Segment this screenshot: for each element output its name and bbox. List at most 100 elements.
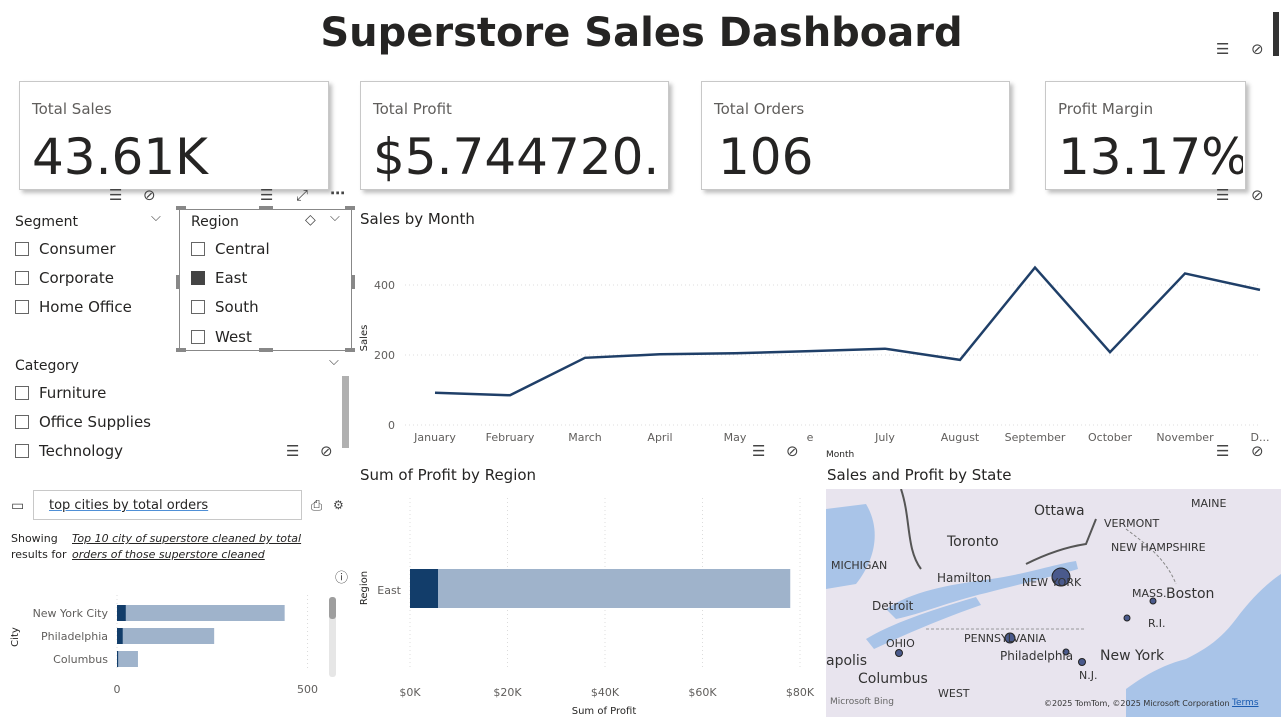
- gear-icon[interactable]: ⚙: [333, 498, 344, 512]
- qa-input[interactable]: top cities by total orders: [33, 490, 302, 520]
- share-icon[interactable]: ⎙: [311, 498, 322, 514]
- filter-icon[interactable]: ☰: [1216, 442, 1229, 460]
- chat-icon[interactable]: ▭: [11, 498, 24, 514]
- filter-icon[interactable]: ☰: [286, 442, 299, 460]
- resize-handle[interactable]: [176, 275, 180, 289]
- segment-option-home-office[interactable]: Home Office: [15, 298, 132, 316]
- chevron-down-icon[interactable]: ⌵: [330, 210, 340, 225]
- region-slicer-title: Region: [191, 214, 239, 230]
- no-filter-icon[interactable]: ⊘: [143, 186, 156, 204]
- category-option-office-supplies[interactable]: Office Supplies: [15, 413, 151, 431]
- map-label: Detroit: [872, 599, 914, 613]
- no-filter-icon[interactable]: ⊘: [320, 442, 333, 460]
- x-tick-label: e: [807, 431, 814, 444]
- filter-icon[interactable]: ☰: [1216, 186, 1229, 204]
- filter-icon[interactable]: ☰: [1216, 40, 1229, 58]
- no-filter-icon[interactable]: ⊘: [786, 442, 799, 460]
- map-label: Ottawa: [1034, 503, 1085, 519]
- filter-icon[interactable]: ☰: [752, 442, 765, 460]
- kpi-value: 106: [718, 128, 814, 186]
- x-tick-label: November: [1156, 431, 1214, 444]
- no-filter-icon[interactable]: ⊘: [1251, 186, 1264, 204]
- x-tick-label: $20K: [493, 686, 522, 699]
- category-slicer-title: Category: [15, 358, 79, 374]
- option-label: Office Supplies: [39, 413, 152, 431]
- region-option-west[interactable]: West: [191, 328, 252, 346]
- x-tick-label: 0: [114, 683, 121, 696]
- x-tick-label: April: [647, 431, 672, 444]
- no-filter-icon[interactable]: ⊘: [1251, 40, 1264, 58]
- option-label: South: [215, 298, 259, 316]
- qa-scrollbar[interactable]: [329, 597, 336, 677]
- checkbox[interactable]: [15, 271, 29, 285]
- x-axis-label: Sum of Profit: [572, 706, 637, 717]
- checkbox[interactable]: [15, 415, 29, 429]
- checkbox-checked[interactable]: [191, 271, 205, 285]
- category-option-furniture[interactable]: Furniture: [15, 384, 106, 402]
- resize-handle[interactable]: [259, 348, 273, 352]
- map-terms-link[interactable]: Terms: [1232, 698, 1259, 708]
- checkbox[interactable]: [15, 300, 29, 314]
- qa-scrollbar-thumb[interactable]: [329, 597, 336, 619]
- map-bubble-ohio: [895, 649, 903, 657]
- checkbox[interactable]: [191, 300, 205, 314]
- chevron-down-icon[interactable]: ⌵: [151, 210, 161, 225]
- bar-total: [117, 651, 138, 667]
- region-option-east[interactable]: East: [191, 269, 247, 287]
- bar-highlight: [117, 605, 126, 621]
- map-label: MICHIGAN: [831, 559, 888, 572]
- kpi-card-total-profit: Total Profit $5.744720...: [360, 81, 669, 190]
- no-filter-icon[interactable]: ⊘: [1251, 442, 1264, 460]
- resize-handle[interactable]: [176, 348, 186, 352]
- resize-handle[interactable]: [259, 206, 273, 210]
- map-label: N.J.: [1079, 669, 1098, 682]
- kpi-label: Total Profit: [373, 100, 452, 118]
- checkbox[interactable]: [15, 242, 29, 256]
- checkbox[interactable]: [191, 242, 205, 256]
- region-option-central[interactable]: Central: [191, 240, 270, 258]
- category-option-technology[interactable]: Technology: [15, 442, 123, 460]
- checkbox[interactable]: [191, 330, 205, 344]
- filter-icon[interactable]: ☰: [260, 186, 273, 204]
- eraser-icon[interactable]: ◇: [305, 212, 316, 228]
- y-tick-label: 200: [374, 349, 395, 362]
- y-tick-label: 400: [374, 279, 395, 292]
- bar-total: [117, 628, 215, 644]
- checkbox[interactable]: [15, 386, 29, 400]
- kpi-label: Total Orders: [714, 100, 805, 118]
- map-label: MAINE: [1191, 497, 1227, 510]
- checkbox[interactable]: [15, 444, 29, 458]
- bing-logo: Microsoft Bing: [830, 697, 894, 707]
- resize-handle[interactable]: [176, 206, 186, 210]
- resize-handle[interactable]: [345, 348, 355, 352]
- kpi-label: Total Sales: [32, 100, 112, 118]
- resize-handle[interactable]: [345, 206, 355, 210]
- more-options-icon[interactable]: ⋯: [330, 184, 345, 202]
- option-label: Central: [215, 240, 270, 258]
- map-label: PENNSYLVANIA: [964, 632, 1047, 645]
- info-icon[interactable]: ⓘ: [335, 567, 348, 586]
- bar-total: [117, 605, 285, 621]
- bar-profit: [410, 569, 439, 608]
- map-label: Columbus: [858, 671, 928, 687]
- region-option-south[interactable]: South: [191, 298, 259, 316]
- y-tick-label: New York City: [33, 607, 109, 620]
- y-tick-label: 0: [388, 419, 395, 432]
- map-border-line: [1025, 518, 1097, 565]
- option-label: Consumer: [39, 240, 116, 258]
- map-bubble-new-jersey: [1078, 658, 1086, 666]
- top-cities-chart: 0 500 City New York City Philadelphia Columbu…: [10, 595, 318, 696]
- slicer-scrollbar[interactable]: [342, 376, 349, 448]
- chevron-down-icon[interactable]: ⌵: [329, 354, 339, 369]
- filter-icon[interactable]: ☰: [109, 186, 122, 204]
- segment-option-consumer[interactable]: Consumer: [15, 240, 116, 258]
- qa-showing-link[interactable]: Top 10 city of superstore cleaned by tot…: [72, 531, 302, 563]
- x-tick-label: September: [1005, 431, 1066, 444]
- kpi-card-total-orders: Total Orders 106: [701, 81, 1010, 190]
- map-visual[interactable]: Ottawa VERMONT MAINE Toronto NEW HAMPSHI…: [826, 489, 1281, 717]
- segment-option-corporate[interactable]: Corporate: [15, 269, 114, 287]
- focus-mode-icon[interactable]: ⤢: [296, 186, 308, 204]
- scroll-handle[interactable]: [1273, 12, 1279, 56]
- x-tick-label: January: [413, 431, 456, 444]
- x-tick-label: $60K: [688, 686, 717, 699]
